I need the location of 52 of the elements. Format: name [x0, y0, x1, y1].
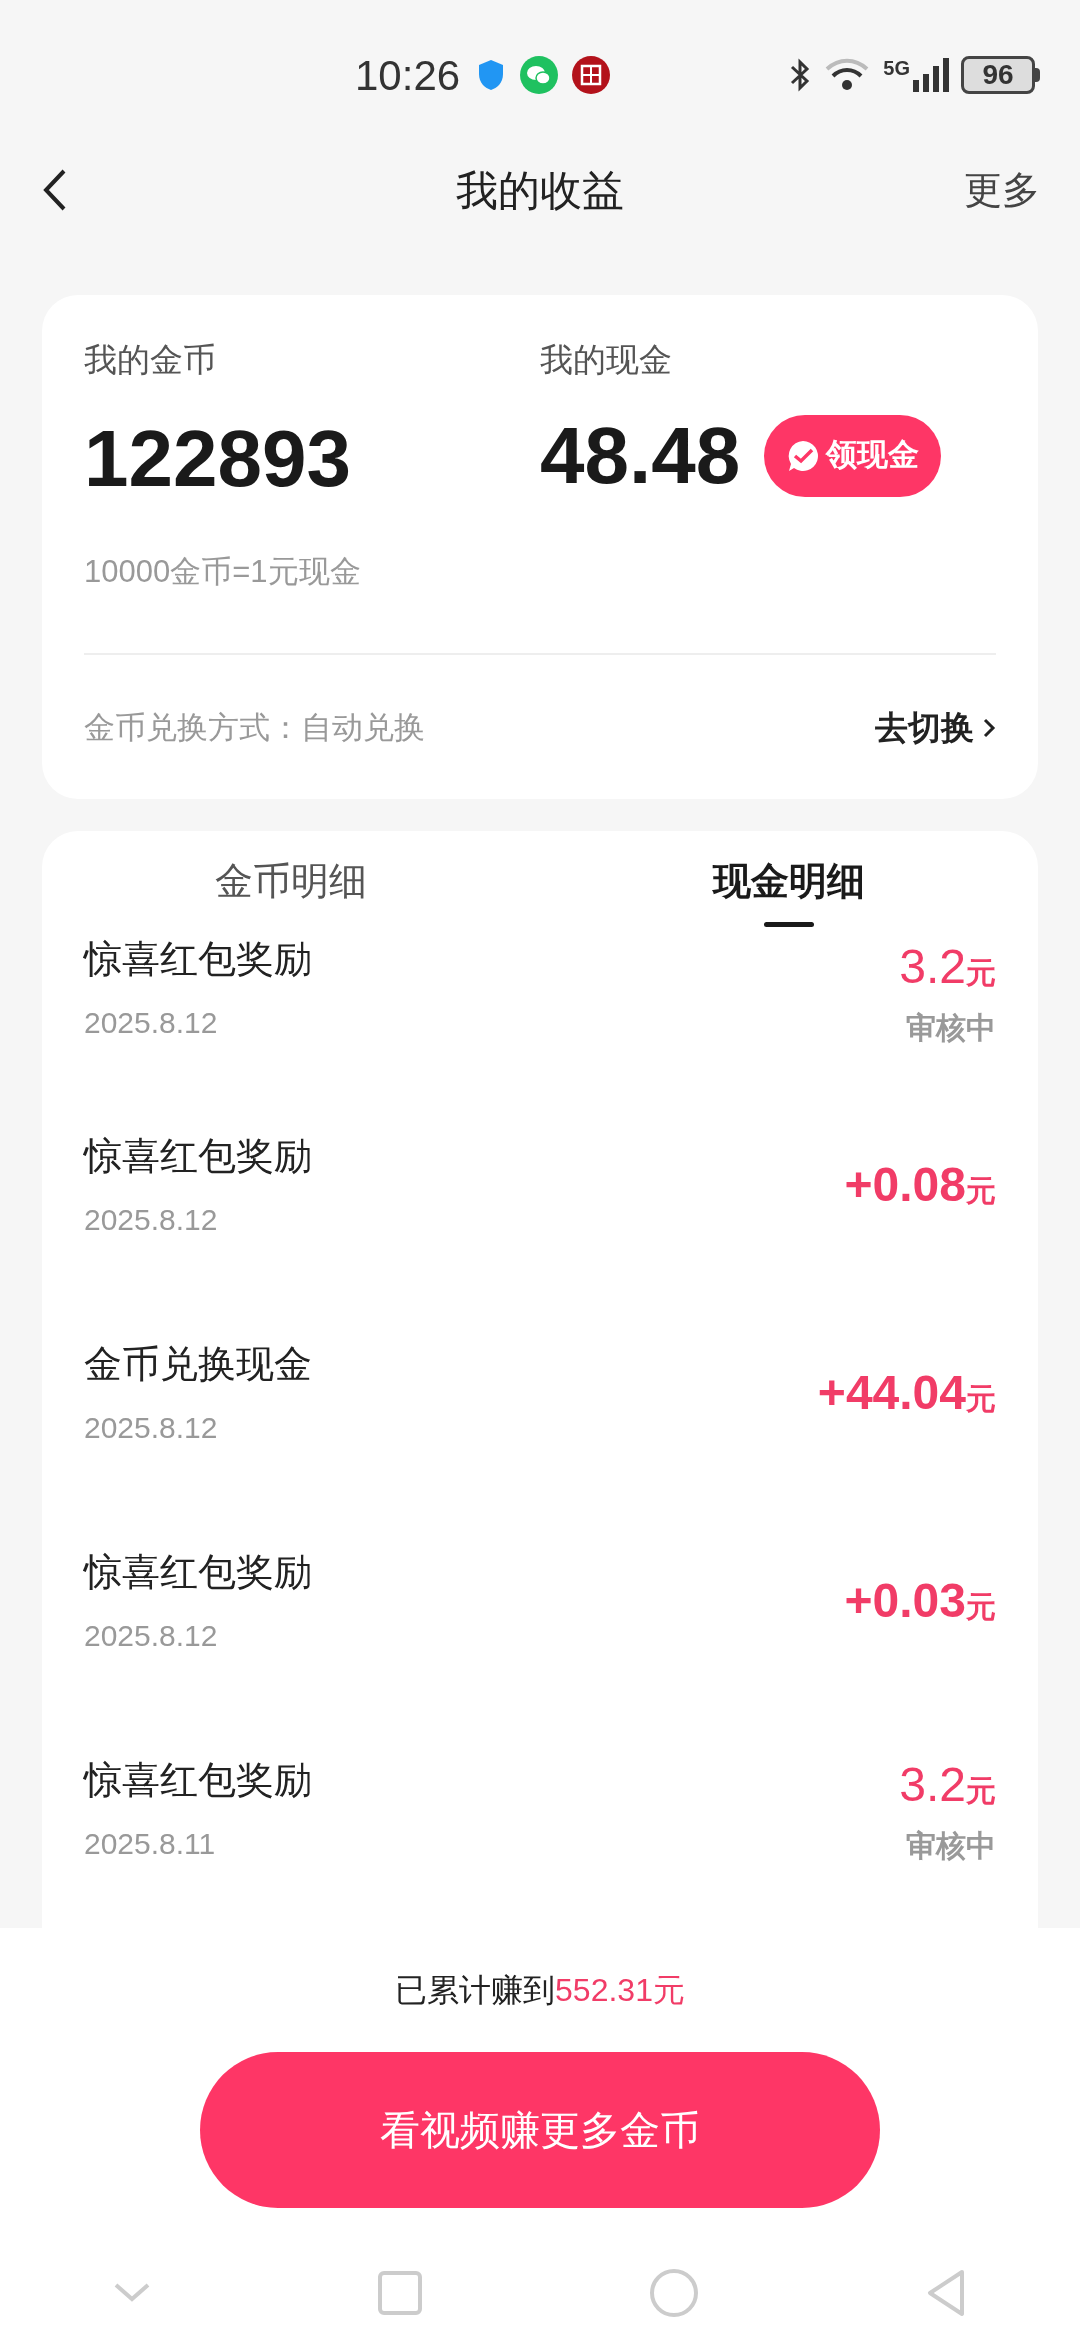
status-time: 10:26: [355, 50, 461, 101]
coins-value: 122893: [84, 418, 352, 499]
bluetooth-icon: [789, 57, 812, 93]
record-unit: 元: [966, 1173, 996, 1209]
record-unit: 元: [966, 1589, 996, 1625]
record-title: 惊喜红包奖励: [84, 1549, 312, 1595]
recent-apps-icon[interactable]: [377, 2270, 424, 2316]
total-earned: 已累计赚到552.31元: [395, 1971, 685, 2010]
signal-icon: [913, 58, 949, 92]
record-date: 2025.8.12: [84, 1004, 219, 1041]
record-date: 2025.8.12: [84, 1409, 219, 1446]
home-icon[interactable]: [648, 2268, 699, 2318]
record-unit: 元: [966, 1380, 996, 1417]
cash-label: 我的现金: [540, 340, 673, 380]
record-unit: 元: [966, 1774, 996, 1809]
network-type: 5G: [883, 58, 910, 78]
check-bubble-icon: [786, 438, 821, 473]
record-row[interactable]: 金币兑换现金 2025.8.12 +44.04元: [42, 1288, 1038, 1497]
record-date: 2025.8.12: [84, 1617, 219, 1654]
record-date: 2025.8.12: [84, 1201, 219, 1238]
record-status: 审核中: [906, 1009, 996, 1046]
record-amount: 3.2: [899, 1757, 966, 1813]
chat-app-icon: [520, 56, 559, 94]
page-title: 我的收益: [456, 165, 624, 216]
record-row[interactable]: 惊喜红包奖励 2025.8.12 3.2元 审核中: [42, 930, 1038, 1081]
record-amount: +0.08: [844, 1156, 966, 1213]
record-amount: +44.04: [817, 1364, 966, 1421]
coins-label: 我的金币: [84, 340, 217, 380]
battery-indicator: 96: [961, 56, 1040, 94]
tab[interactable]: 现金明细: [540, 830, 1038, 931]
record-row[interactable]: 惊喜红包奖励 2025.8.11 3.2元 审核中: [42, 1704, 1038, 1913]
exchange-method: 金币兑换方式：自动兑换: [84, 708, 425, 747]
record-title: 惊喜红包奖励: [84, 1757, 312, 1803]
watch-video-button[interactable]: 看视频赚更多金币: [200, 2052, 880, 2208]
more-link[interactable]: 更多: [964, 161, 1040, 219]
record-date: 2025.8.11: [84, 1825, 217, 1862]
chevron-right-icon: [982, 716, 996, 739]
record-amount: 3.2: [899, 938, 966, 995]
withdraw-button[interactable]: 领现金: [764, 414, 942, 497]
cash-value: 48.48: [540, 415, 741, 496]
exchange-rate: 10000金币=1元现金: [84, 552, 362, 591]
record-unit: 元: [966, 955, 996, 991]
record-amount: +0.03: [844, 1572, 966, 1629]
record-row[interactable]: 惊喜红包奖励 2025.8.12 +0.08元: [42, 1080, 1038, 1289]
bank-app-icon: [572, 56, 611, 94]
switch-link[interactable]: 去切换: [875, 703, 996, 753]
record-status: 审核中: [906, 1828, 996, 1864]
record-title: 惊喜红包奖励: [84, 936, 312, 982]
record-row[interactable]: 惊喜红包奖励 2025.8.12 +0.03元: [42, 1496, 1038, 1705]
record-title: 金币兑换现金: [84, 1341, 312, 1387]
tab[interactable]: 金币明细: [42, 830, 540, 931]
record-title: 惊喜红包奖励: [84, 1133, 312, 1179]
